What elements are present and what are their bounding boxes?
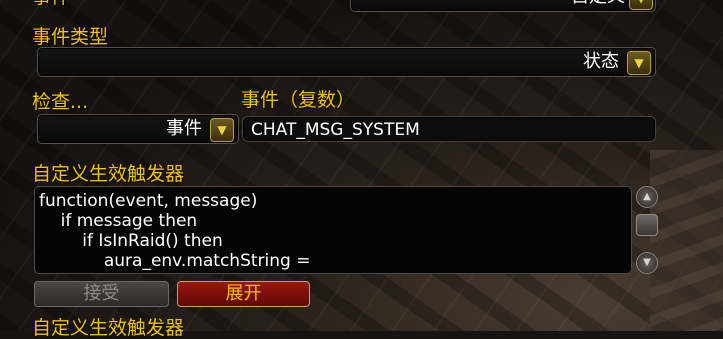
events-field[interactable] [242,116,656,143]
scroll-up-icon[interactable]: ▲ [636,186,658,208]
code-line: function(event, message) [39,191,258,211]
top-partial-dropdown[interactable]: 自定义 ▼ [350,0,656,12]
expand-button[interactable]: 展开 [177,281,310,307]
event-type-dropdown[interactable]: 状态 ▼ [37,47,656,77]
event-type-label: 事件类型 [32,26,109,48]
chevron-down-icon[interactable]: ▼ [210,118,234,142]
events-label: 事件（复数） [241,89,356,111]
scroll-down-icon[interactable]: ▼ [636,252,658,274]
top-partial-value: 自定义 [571,0,625,8]
code-line: aura_env.matchString = [39,251,311,271]
event-type-value: 状态 [583,51,619,72]
bottom-partial-label: 自定义生效触发器 [32,317,185,339]
chevron-down-icon[interactable]: ▼ [627,51,651,75]
code-line: if message then [39,211,198,231]
code-line: if IsInRaid() then [39,231,223,251]
top-partial-label: 事件 [32,0,70,7]
accept-button[interactable]: 接受 [34,281,169,307]
custom-trigger-label: 自定义生效触发器 [32,163,185,185]
check-value: 事件 [166,118,202,139]
chevron-down-icon[interactable]: ▼ [629,0,653,10]
scrollbar-thumb[interactable] [636,214,658,236]
custom-trigger-code-editor[interactable]: function(event, message) if message then… [34,186,632,274]
events-input[interactable] [249,117,643,143]
check-dropdown[interactable]: 事件 ▼ [37,114,239,144]
check-label: 检查... [32,91,89,113]
